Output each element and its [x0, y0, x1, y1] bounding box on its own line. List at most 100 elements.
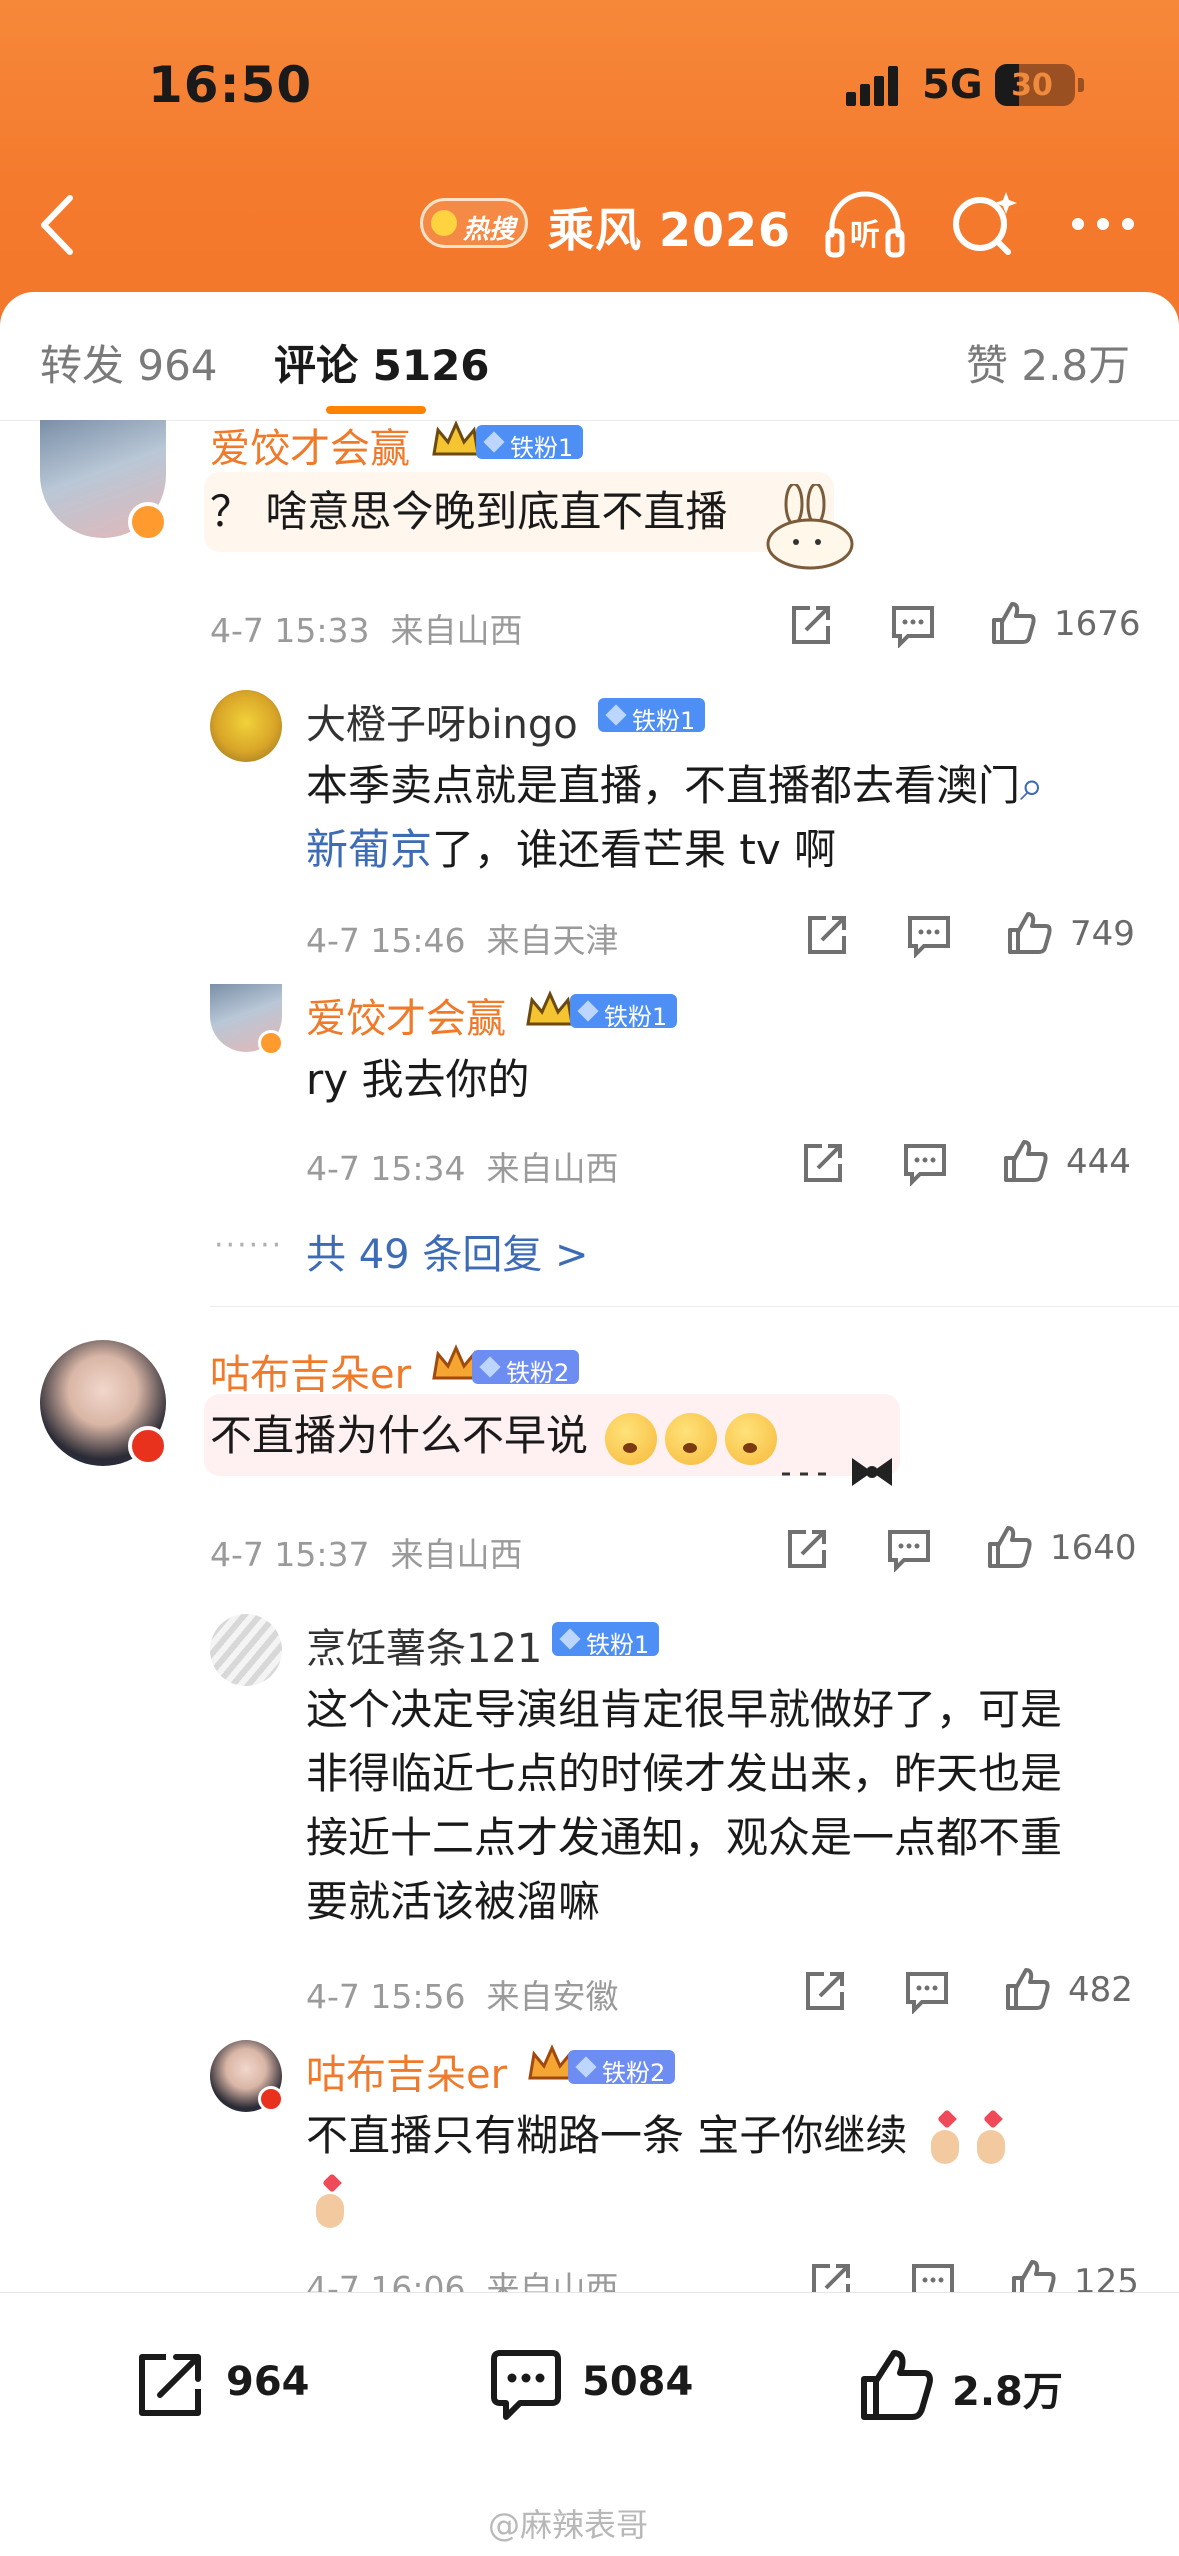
- comment-icon[interactable]: [904, 1968, 950, 2014]
- reply-username[interactable]: 爱饺才会赢: [306, 986, 506, 1044]
- comment-text: 不直播为什么不早说: [210, 1404, 781, 1468]
- network-label: 5G: [922, 62, 983, 108]
- comment-location: 来自山西: [390, 611, 523, 650]
- thinking-emoji-icon: [605, 1412, 658, 1465]
- comment-button[interactable]: 5084: [486, 2345, 736, 2425]
- topic-search-link[interactable]: 新葡京: [306, 825, 432, 874]
- reply-location: 来自山西: [486, 1149, 619, 1188]
- thinking-emoji-icon: [665, 1412, 718, 1465]
- reply-username[interactable]: 烹饪薯条121: [306, 1616, 542, 1674]
- dotted-line: ······: [214, 1228, 284, 1263]
- share-icon[interactable]: [804, 912, 850, 958]
- listen-headphones-icon[interactable]: 听: [822, 185, 908, 265]
- like-button[interactable]: 2.8万: [856, 2345, 1106, 2425]
- finger-heart-icon: [967, 2112, 1013, 2166]
- verified-badge-icon: [258, 2086, 284, 2112]
- reply-time: 4-7 15:34: [306, 1149, 466, 1188]
- reply-location: 来自天津: [486, 921, 619, 960]
- like-icon[interactable]: [1002, 1138, 1048, 1184]
- crown-icon: [526, 990, 574, 1026]
- like-count: 1640: [1050, 1528, 1137, 1568]
- search-icon[interactable]: [948, 188, 1020, 260]
- reply-text-line: 要就活该被溜嘛: [306, 1877, 601, 1926]
- reply-text-part: 本季卖点就是直播，不直播都去看澳门: [306, 761, 1021, 810]
- comment-count: 5084: [582, 2359, 694, 2405]
- like-icon[interactable]: [990, 600, 1036, 646]
- like-icon[interactable]: [1006, 910, 1052, 956]
- reply-text-part: 不直播只有糊路一条 宝子你继续: [306, 2111, 908, 2160]
- fan-level-tag: 铁粉2: [472, 1350, 580, 1387]
- share-icon[interactable]: [784, 1526, 830, 1572]
- reply-username[interactable]: 大橙子呀bingo: [306, 692, 578, 750]
- verified-badge-icon: [128, 1426, 168, 1466]
- topic-header: [0, 0, 1179, 330]
- finger-heart-icon: [306, 2176, 352, 2230]
- comment-time: 4-7 15:37: [210, 1535, 370, 1574]
- tab-repost[interactable]: 转发 964: [40, 332, 218, 393]
- share-icon[interactable]: [802, 1968, 848, 2014]
- fan-level-tag: 铁粉1: [570, 994, 678, 1031]
- comment-location: 来自山西: [390, 1535, 523, 1574]
- tab-likes[interactable]: 赞 2.8万: [966, 332, 1130, 393]
- fan-tag-label: 铁粉2: [506, 1359, 570, 1387]
- battery-icon: 30: [995, 64, 1075, 106]
- reply-username[interactable]: 咕布吉朵er: [306, 2042, 507, 2100]
- repost-button[interactable]: 964: [130, 2345, 360, 2425]
- bow-sticker-icon: [782, 1458, 892, 1486]
- reply-text: 本季卖点就是直播，不直播都去看澳门⌕ 新葡京了，谁还看芒果 tv 啊: [306, 754, 1126, 882]
- fan-level-tag: 铁粉1: [598, 698, 706, 735]
- reply-text: ry 我去你的: [306, 1055, 530, 1104]
- comment-username[interactable]: 爱饺才会赢: [210, 416, 410, 474]
- reply-meta: 4-7 15:56 来自安徽: [306, 1970, 618, 2018]
- signal-icon: [846, 66, 906, 106]
- reply-text-line: 非得临近七点的时候才发出来，昨天也是: [306, 1749, 1063, 1798]
- tab-comments[interactable]: 评论 5126: [274, 332, 490, 393]
- search-link-icon: ⌕: [1020, 761, 1044, 810]
- fan-tag-label: 铁粉1: [632, 707, 696, 735]
- battery-percent: 30: [1011, 68, 1053, 103]
- share-icon[interactable]: [800, 1140, 846, 1186]
- like-count: 444: [1066, 1142, 1131, 1182]
- comment-icon: [491, 2350, 561, 2420]
- fan-tag-label: 铁粉1: [586, 1631, 650, 1659]
- reply-text-line: 接近十二点才发通知，观众是一点都不重: [306, 1813, 1063, 1862]
- fan-level-tag: 铁粉2: [568, 2050, 676, 2087]
- comment-text-part: 不直播为什么不早说: [210, 1411, 589, 1460]
- comment-username[interactable]: 咕布吉朵er: [210, 1342, 411, 1400]
- hot-search-badge[interactable]: 热搜: [420, 198, 528, 248]
- like-count: 749: [1070, 914, 1135, 954]
- hot-badge-label: 热搜: [463, 215, 516, 245]
- fan-level-tag: 铁粉1: [476, 425, 584, 462]
- like-count: 482: [1068, 1970, 1133, 2010]
- comment-icon[interactable]: [890, 602, 936, 648]
- verified-badge-icon: [128, 502, 168, 542]
- like-icon[interactable]: [1004, 1966, 1050, 2012]
- reply-location: 来自安徽: [486, 1977, 619, 2016]
- avatar[interactable]: [210, 690, 282, 762]
- flame-icon: [431, 210, 457, 236]
- comment-meta: 4-7 15:33 来自山西: [210, 604, 522, 652]
- more-icon[interactable]: [1068, 206, 1138, 242]
- comment-icon[interactable]: [902, 1140, 948, 1186]
- topic-title: 乘风 2026: [548, 203, 792, 257]
- verified-badge-icon: [258, 1030, 284, 1056]
- like-icon: [861, 2350, 933, 2420]
- share-icon[interactable]: [788, 602, 834, 648]
- tab-divider: [0, 420, 1179, 421]
- comment-time: 4-7 15:33: [210, 611, 370, 650]
- fan-tag-label: 铁粉2: [602, 2059, 666, 2087]
- reply-text: 不直播只有糊路一条 宝子你继续: [306, 2104, 1146, 2232]
- like-count: 1676: [1054, 604, 1141, 644]
- more-replies-link[interactable]: 共 49 条回复 >: [306, 1222, 589, 1280]
- comment-icon[interactable]: [906, 912, 952, 958]
- reply-text: 这个决定导演组肯定很早就做好了，可是 非得临近七点的时候才发出来，昨天也是 接近…: [306, 1678, 1146, 1934]
- finger-heart-icon: [921, 2112, 967, 2166]
- avatar[interactable]: [210, 1614, 282, 1686]
- back-arrow-icon[interactable]: [30, 190, 90, 260]
- fan-level-tag: 铁粉1: [552, 1622, 660, 1659]
- weibo-watermark: @麻辣表哥: [488, 2506, 649, 2544]
- fan-tag-label: 铁粉1: [510, 434, 574, 462]
- reply-text-part: 了，谁还看芒果 tv 啊: [432, 825, 837, 874]
- comment-icon[interactable]: [886, 1526, 932, 1572]
- like-icon[interactable]: [986, 1524, 1032, 1570]
